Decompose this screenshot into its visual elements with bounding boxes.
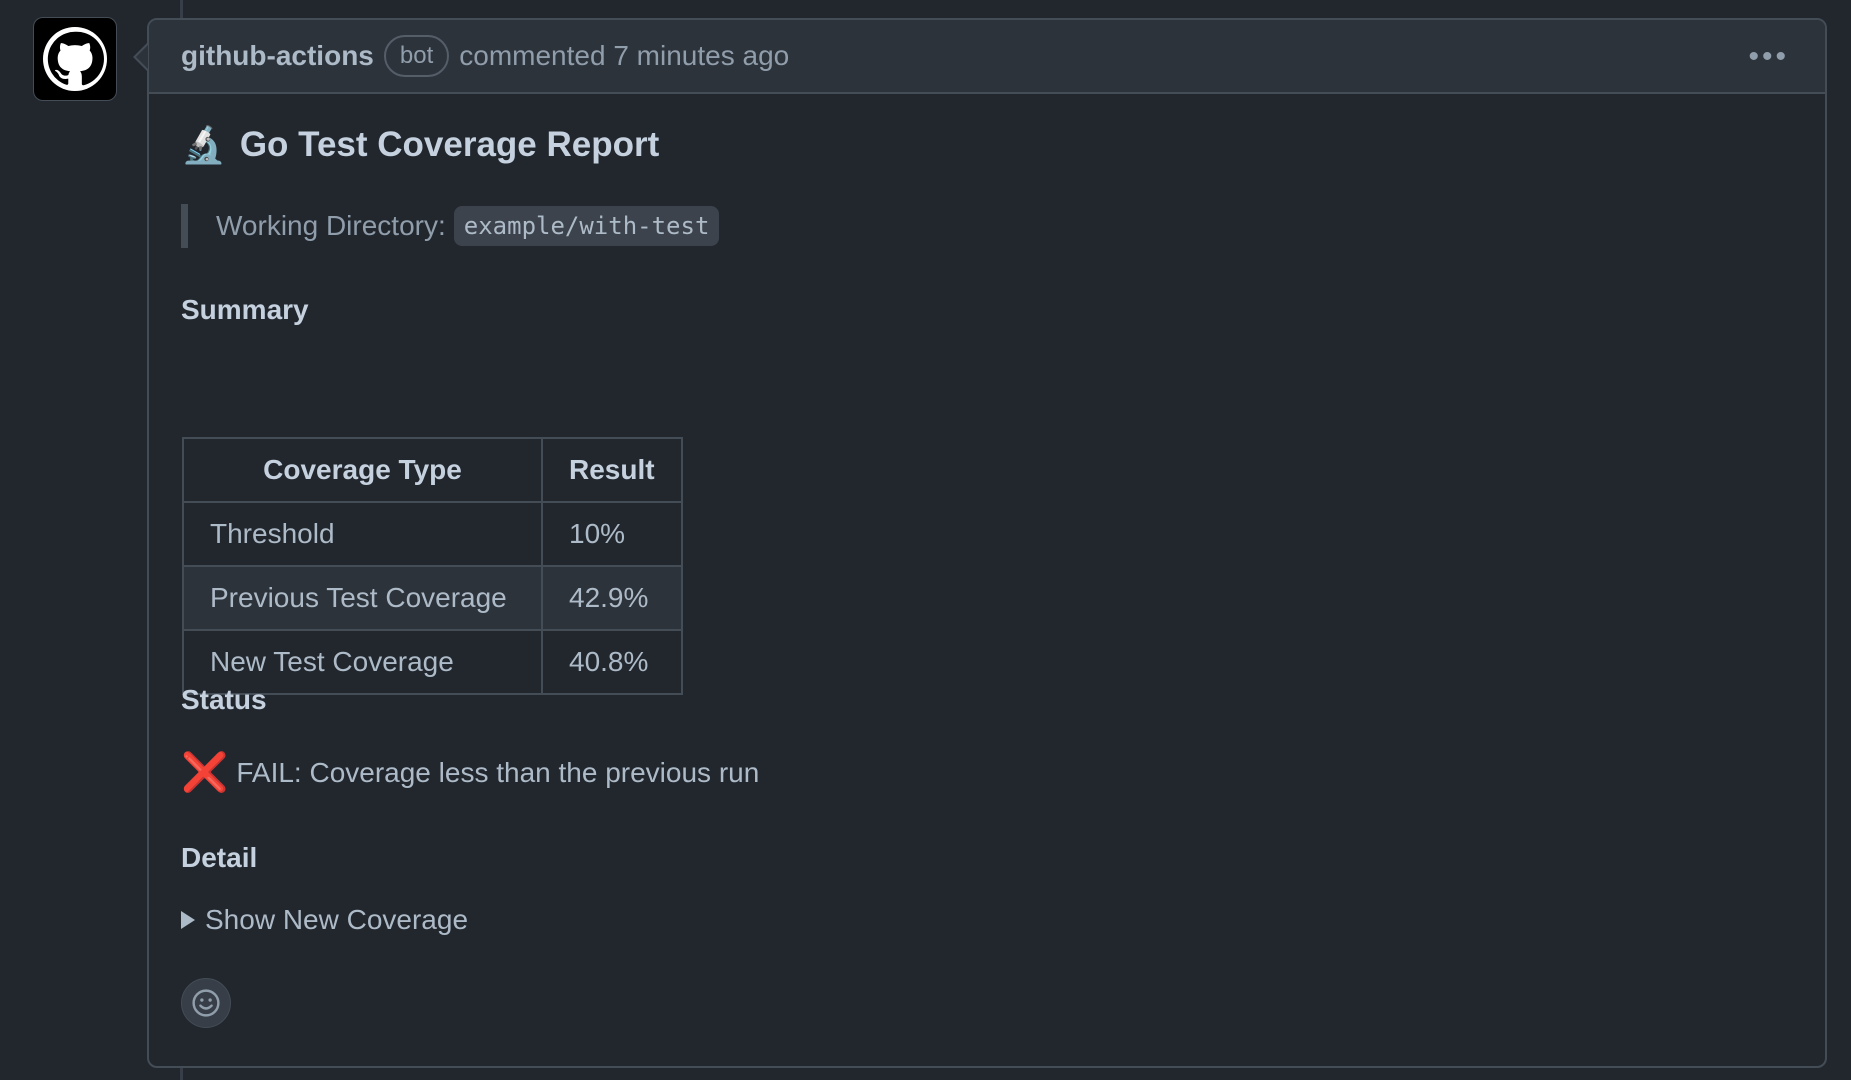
details-summary-text: Show New Coverage <box>205 904 469 935</box>
bot-badge: bot <box>383 35 450 77</box>
table-cell: 40.8% <box>541 629 683 695</box>
working-directory-label: Working Directory: <box>216 210 446 241</box>
report-title: 🔬 Go Test Coverage Report <box>181 124 659 166</box>
status-heading: Status <box>181 684 267 715</box>
working-directory-code: example/with-test <box>453 206 720 246</box>
summary-heading: Summary <box>181 294 309 325</box>
column-header-result: Result <box>541 437 683 503</box>
author-link[interactable]: github-actions <box>181 40 374 72</box>
avatar[interactable] <box>33 17 117 101</box>
detail-heading: Detail <box>181 842 258 873</box>
github-logo-icon <box>43 27 107 91</box>
status-text: FAIL: Coverage less than the previous ru… <box>236 757 760 788</box>
triangle-right-icon <box>181 911 195 929</box>
comment-caret-fill <box>136 45 148 69</box>
comment-timestamp[interactable]: commented 7 minutes ago <box>459 40 789 72</box>
table-row: Previous Test Coverage 42.9% <box>182 565 683 631</box>
table-row: Threshold 10% <box>182 501 683 567</box>
working-directory-quote: Working Directory: example/with-test <box>181 204 720 248</box>
table-cell: Previous Test Coverage <box>182 565 543 631</box>
cross-mark-icon: ❌ <box>181 752 229 794</box>
comment-box: github-actions bot commented 7 minutes a… <box>147 18 1827 1068</box>
table-cell: 10% <box>541 501 683 567</box>
kebab-horizontal-icon[interactable]: ••• <box>1748 42 1789 72</box>
table-cell: Threshold <box>182 501 543 567</box>
add-reaction-button[interactable] <box>181 978 231 1028</box>
show-new-coverage-toggle[interactable]: Show New Coverage <box>181 904 468 936</box>
table-cell: 42.9% <box>541 565 683 631</box>
comment-header: github-actions bot commented 7 minutes a… <box>149 20 1825 94</box>
status-line: ❌ FAIL: Coverage less than the previous … <box>181 754 759 792</box>
summary-table: Coverage Type Result Threshold 10% Previ… <box>182 437 683 695</box>
report-title-text: Go Test Coverage Report <box>239 125 660 164</box>
table-header-row: Coverage Type Result <box>182 437 683 503</box>
microscope-icon: 🔬 <box>181 124 226 165</box>
smiley-icon <box>192 989 220 1017</box>
column-header-coverage-type: Coverage Type <box>182 437 543 503</box>
